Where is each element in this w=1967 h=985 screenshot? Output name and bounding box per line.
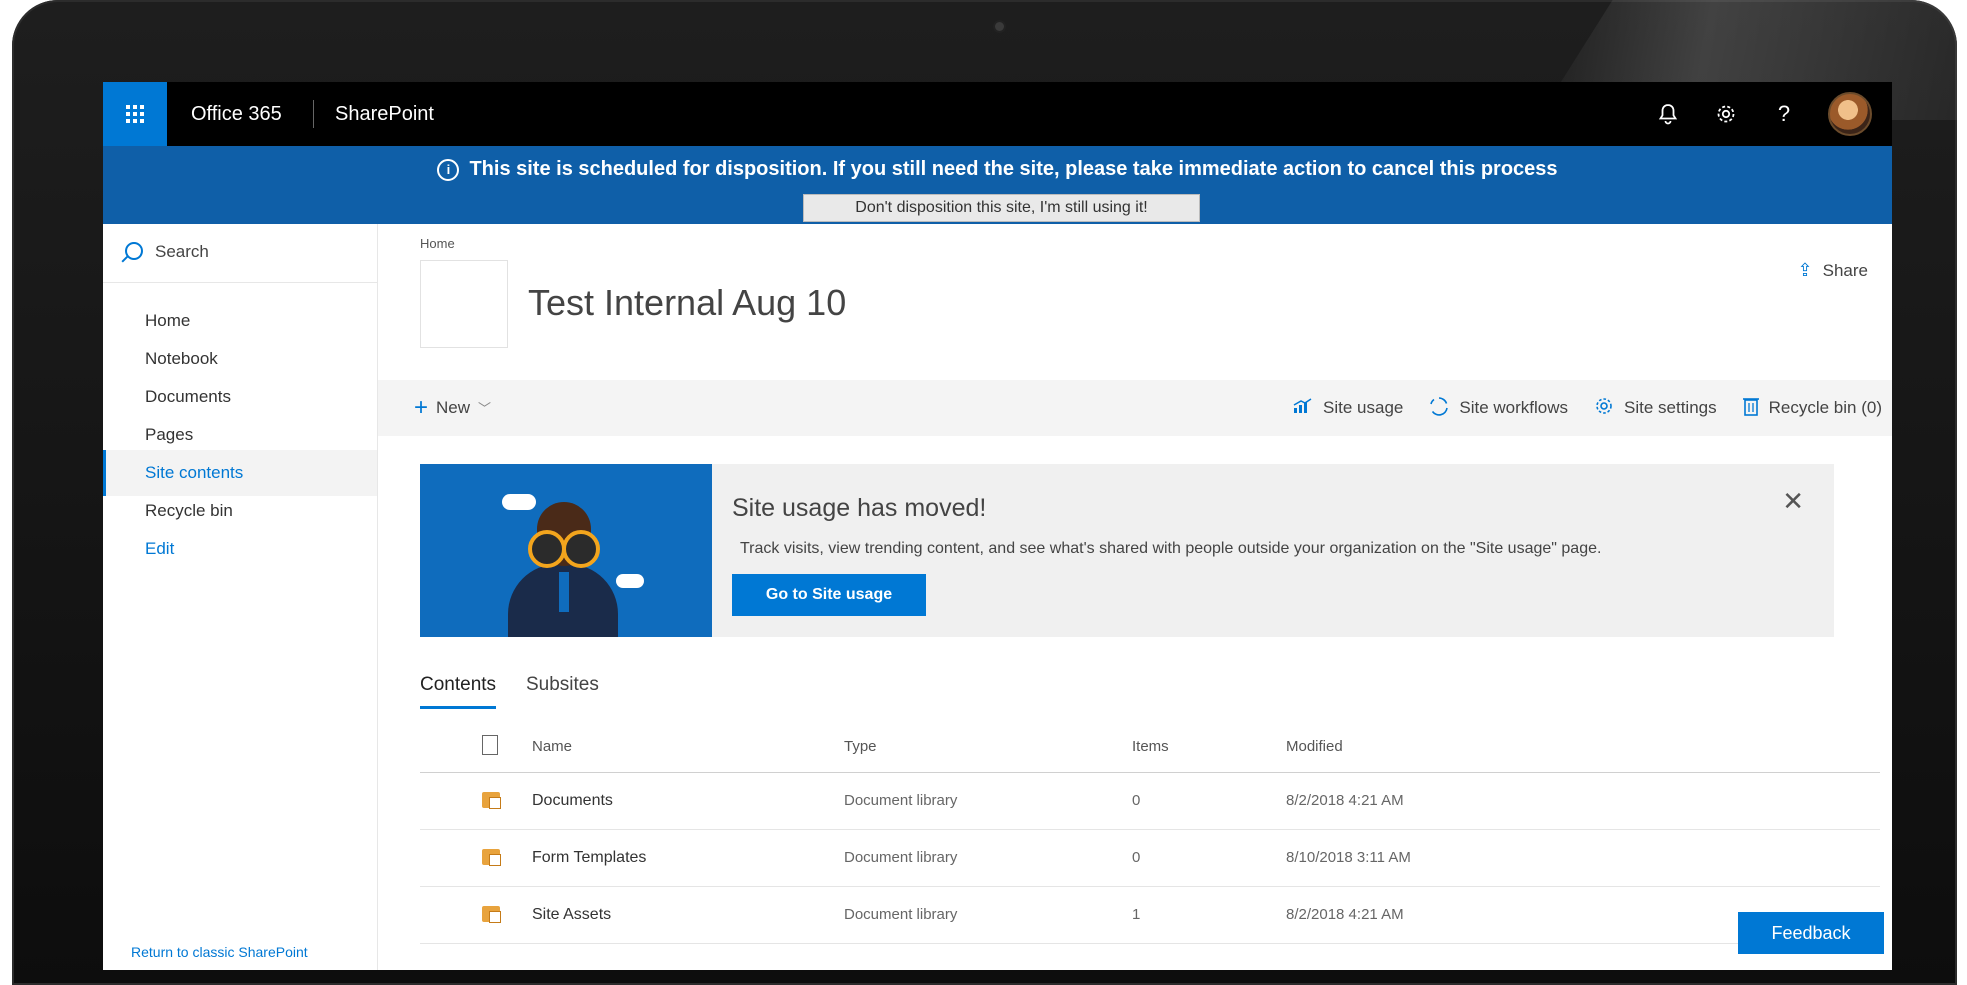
- row-items: 0: [1132, 792, 1141, 809]
- library-icon: [482, 887, 501, 943]
- office365-link[interactable]: Office 365: [191, 82, 282, 146]
- avatar[interactable]: [1828, 92, 1872, 136]
- waffle-icon: [126, 105, 144, 123]
- recycle-bin-button[interactable]: Recycle bin (0): [1742, 396, 1882, 421]
- device-frame: Office 365 SharePoint ? i This site is sc…: [12, 0, 1957, 985]
- column-header-modified[interactable]: Modified: [1286, 722, 1343, 772]
- main-content: Home Test Internal Aug 10 ⇪ Share + New ﹀ …: [378, 224, 1892, 970]
- chevron-down-icon: ﹀: [478, 401, 492, 416]
- table-row[interactable]: Site Assets Document library 1 8/2/2018 …: [420, 887, 1880, 944]
- library-icon: [482, 773, 501, 829]
- row-name[interactable]: Documents: [532, 773, 613, 829]
- info-icon: i: [437, 159, 460, 181]
- banner-message-text: This site is scheduled for disposition. …: [469, 158, 1558, 180]
- binoculars-illustration: [420, 464, 712, 637]
- share-label: Share: [1822, 260, 1868, 280]
- promo-title: Site usage has moved!: [732, 494, 987, 522]
- site-usage-moved-card: Site usage has moved! Track visits, view…: [420, 464, 1834, 637]
- site-workflows-button[interactable]: Site workflows: [1429, 396, 1568, 421]
- site-usage-button[interactable]: Site usage: [1293, 397, 1404, 419]
- help-icon[interactable]: ?: [1770, 100, 1798, 128]
- site-settings-button[interactable]: Site settings: [1594, 396, 1717, 421]
- row-name[interactable]: Form Templates: [532, 830, 646, 886]
- browser-screen: Office 365 SharePoint ? i This site is sc…: [103, 82, 1892, 970]
- contents-table: Name Type Items Modified Documents Docum…: [420, 722, 1880, 944]
- banner-message: i This site is scheduled for disposition.…: [103, 158, 1892, 181]
- command-bar-actions: Site usage Site workflows Site settings: [1293, 380, 1882, 436]
- nav-edit-link[interactable]: Edit: [103, 526, 377, 572]
- recycle-bin-label: Recycle bin (0): [1768, 398, 1882, 417]
- breadcrumb[interactable]: Home: [420, 236, 455, 251]
- site-logo[interactable]: [420, 260, 508, 348]
- row-items: 0: [1132, 849, 1141, 866]
- app-launcher-button[interactable]: [103, 82, 167, 146]
- close-icon[interactable]: ✕: [1782, 486, 1804, 517]
- cancel-disposition-button[interactable]: Don't disposition this site, I'm still u…: [803, 194, 1200, 222]
- gear-icon[interactable]: [1712, 100, 1740, 128]
- file-type-icon: [482, 722, 498, 772]
- suite-bar: Office 365 SharePoint ?: [103, 82, 1892, 146]
- row-type: Document library: [844, 906, 958, 923]
- chart-icon: [1293, 397, 1313, 419]
- disposition-banner: i This site is scheduled for disposition.…: [103, 146, 1892, 224]
- row-modified: 8/2/2018 4:21 AM: [1286, 906, 1404, 923]
- site-usage-label: Site usage: [1323, 398, 1404, 417]
- return-to-classic-link[interactable]: Return to classic SharePoint: [131, 944, 308, 960]
- column-header-name[interactable]: Name: [532, 722, 572, 772]
- workflow-icon: [1429, 396, 1449, 421]
- share-icon: ⇪: [1797, 260, 1813, 280]
- site-workflows-label: Site workflows: [1459, 398, 1569, 417]
- row-name[interactable]: Site Assets: [532, 887, 611, 943]
- site-title: Test Internal Aug 10: [528, 282, 847, 323]
- sharepoint-link[interactable]: SharePoint: [335, 82, 434, 146]
- bell-icon[interactable]: [1654, 100, 1682, 128]
- tie-shape: [559, 572, 569, 612]
- go-to-site-usage-button[interactable]: Go to Site usage: [732, 574, 926, 616]
- tab-contents[interactable]: Contents: [420, 674, 497, 709]
- suite-actions: ?: [1654, 82, 1872, 146]
- library-icon: [482, 830, 501, 886]
- table-header: Name Type Items Modified: [420, 722, 1880, 773]
- cloud-shape: [616, 574, 644, 588]
- row-modified: 8/10/2018 3:11 AM: [1286, 849, 1411, 866]
- site-settings-label: Site settings: [1624, 398, 1717, 417]
- camera-dot: [995, 22, 1004, 31]
- binoculars-lens-left: [528, 530, 566, 568]
- row-type: Document library: [844, 849, 958, 866]
- column-header-items[interactable]: Items: [1132, 722, 1169, 772]
- new-label: New: [436, 398, 471, 417]
- table-row[interactable]: Documents Document library 0 8/2/2018 4:…: [420, 773, 1880, 830]
- feedback-button[interactable]: Feedback: [1738, 912, 1884, 954]
- trash-icon: [1742, 396, 1759, 421]
- share-button[interactable]: ⇪ Share: [1798, 260, 1868, 281]
- row-items: 1: [1132, 906, 1141, 923]
- suite-divider: [313, 100, 314, 128]
- search-placeholder: Search: [155, 242, 209, 261]
- table-row[interactable]: Form Templates Document library 0 8/10/2…: [420, 830, 1880, 887]
- row-modified: 8/2/2018 4:21 AM: [1286, 792, 1404, 809]
- promo-description: Track visits, view trending content, and…: [740, 540, 1602, 557]
- gear-icon: [1594, 396, 1614, 421]
- command-bar: + New ﹀ Site usage Site workflows Site s…: [378, 380, 1892, 436]
- tab-subsites[interactable]: Subsites: [526, 674, 599, 706]
- search-icon: [125, 242, 143, 260]
- row-type: Document library: [844, 792, 958, 809]
- plus-icon: +: [414, 394, 429, 421]
- search-box[interactable]: Search: [103, 224, 377, 283]
- new-button[interactable]: + New ﹀: [414, 380, 491, 436]
- left-navigation: Search Home Notebook Documents Pages Sit…: [103, 224, 378, 970]
- binoculars-lens-right: [562, 530, 600, 568]
- cloud-shape: [502, 494, 536, 510]
- column-header-type[interactable]: Type: [844, 722, 877, 772]
